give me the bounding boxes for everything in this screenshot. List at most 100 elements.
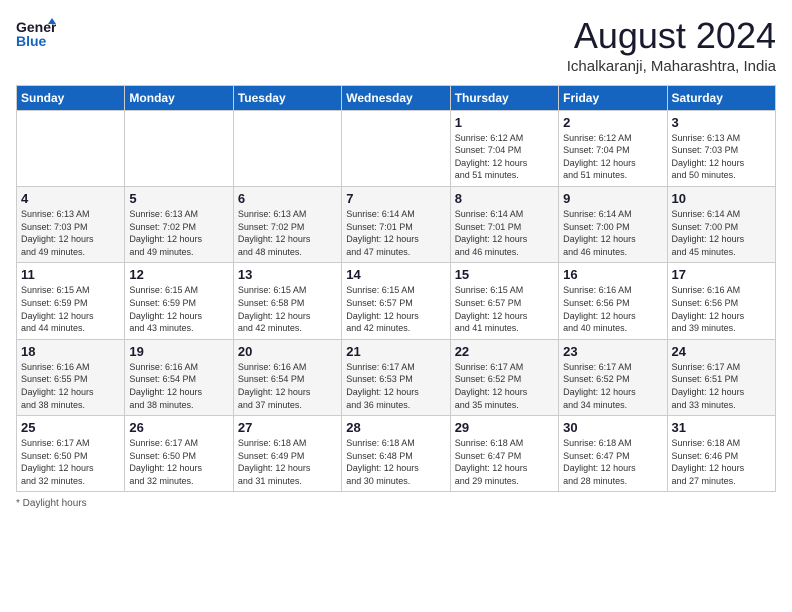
calendar-cell: 31Sunrise: 6:18 AM Sunset: 6:46 PM Dayli… — [667, 416, 775, 492]
day-info: Sunrise: 6:16 AM Sunset: 6:55 PM Dayligh… — [21, 361, 120, 411]
calendar-cell: 21 Sunrise: 6:17 AM Sunset: 6:53 PM Dayli… — [342, 339, 450, 415]
title-area: August 2024 Ichalkaranji, Maharashtra, I… — [567, 16, 776, 75]
page-header: General Blue August 2024 Ichalkaranji, M… — [16, 16, 776, 75]
day-number: 27 — [238, 420, 337, 435]
calendar-cell: 19Sunrise: 6:16 AM Sunset: 6:54 PM Dayli… — [125, 339, 233, 415]
day-info: Sunrise: 6:18 AM Sunset: 6:47 PM Dayligh… — [455, 437, 554, 487]
day-info: Sunrise: 6:13 AM Sunset: 7:02 PM Dayligh… — [129, 208, 228, 258]
day-info: Sunrise: 6:15 AM Sunset: 6:57 PM Dayligh… — [455, 284, 554, 334]
day-info: Sunrise: 6:15 AM Sunset: 6:58 PM Dayligh… — [238, 284, 337, 334]
calendar-cell: 25 Sunrise: 6:17 AM Sunset: 6:50 PM Dayli… — [17, 416, 125, 492]
day-number: 24 — [672, 344, 771, 359]
footer-note: * Daylight hours — [16, 498, 776, 509]
day-info: Sunrise: 6:17 AM Sunset: 6:50 PM Dayligh… — [129, 437, 228, 487]
calendar-cell: 28Sunrise: 6:18 AM Sunset: 6:48 PM Dayli… — [342, 416, 450, 492]
day-info: Sunrise: 6:17 AM Sunset: 6:53 PM Dayligh… — [346, 361, 445, 411]
calendar-cell: 22 Sunrise: 6:17 AM Sunset: 6:52 PM Dayli… — [450, 339, 558, 415]
calendar-cell: 18 Sunrise: 6:16 AM Sunset: 6:55 PM Dayli… — [17, 339, 125, 415]
calendar-cell: 5Sunrise: 6:13 AM Sunset: 7:02 PM Daylig… — [125, 186, 233, 262]
day-info: Sunrise: 6:13 AM Sunset: 7:03 PM Dayligh… — [672, 132, 771, 182]
calendar-cell: 30 Sunrise: 6:18 AM Sunset: 6:47 PM Dayli… — [559, 416, 667, 492]
calendar-cell: 13 Sunrise: 6:15 AM Sunset: 6:58 PM Dayli… — [233, 263, 341, 339]
logo: General Blue — [16, 16, 56, 52]
day-info: Sunrise: 6:15 AM Sunset: 6:59 PM Dayligh… — [21, 284, 120, 334]
day-number: 4 — [21, 191, 120, 206]
calendar-week-0: 1 Sunrise: 6:12 AM Sunset: 7:04 PM Daylig… — [17, 110, 776, 186]
day-info: Sunrise: 6:18 AM Sunset: 6:49 PM Dayligh… — [238, 437, 337, 487]
day-number: 18 — [21, 344, 120, 359]
svg-text:Blue: Blue — [16, 33, 47, 49]
day-number: 13 — [238, 267, 337, 282]
day-info: Sunrise: 6:13 AM Sunset: 7:02 PM Dayligh… — [238, 208, 337, 258]
calendar-cell: 20 Sunrise: 6:16 AM Sunset: 6:54 PM Dayli… — [233, 339, 341, 415]
day-info: Sunrise: 6:14 AM Sunset: 7:00 PM Dayligh… — [563, 208, 662, 258]
day-number: 20 — [238, 344, 337, 359]
calendar-cell: 3 Sunrise: 6:13 AM Sunset: 7:03 PM Daylig… — [667, 110, 775, 186]
day-number: 22 — [455, 344, 554, 359]
calendar-cell — [125, 110, 233, 186]
day-number: 1 — [455, 115, 554, 130]
day-number: 25 — [21, 420, 120, 435]
day-info: Sunrise: 6:16 AM Sunset: 6:54 PM Dayligh… — [238, 361, 337, 411]
day-info: Sunrise: 6:14 AM Sunset: 7:01 PM Dayligh… — [346, 208, 445, 258]
header-saturday: Saturday — [667, 85, 775, 110]
location-subtitle: Ichalkaranji, Maharashtra, India — [567, 58, 776, 75]
day-info: Sunrise: 6:15 AM Sunset: 6:59 PM Dayligh… — [129, 284, 228, 334]
calendar-cell: 15 Sunrise: 6:15 AM Sunset: 6:57 PM Dayli… — [450, 263, 558, 339]
day-info: Sunrise: 6:18 AM Sunset: 6:46 PM Dayligh… — [672, 437, 771, 487]
day-info: Sunrise: 6:18 AM Sunset: 6:47 PM Dayligh… — [563, 437, 662, 487]
day-info: Sunrise: 6:17 AM Sunset: 6:52 PM Dayligh… — [455, 361, 554, 411]
day-info: Sunrise: 6:14 AM Sunset: 7:00 PM Dayligh… — [672, 208, 771, 258]
header-sunday: Sunday — [17, 85, 125, 110]
day-number: 3 — [672, 115, 771, 130]
calendar-cell: 24 Sunrise: 6:17 AM Sunset: 6:51 PM Dayli… — [667, 339, 775, 415]
day-number: 16 — [563, 267, 662, 282]
day-info: Sunrise: 6:12 AM Sunset: 7:04 PM Dayligh… — [563, 132, 662, 182]
day-info: Sunrise: 6:17 AM Sunset: 6:50 PM Dayligh… — [21, 437, 120, 487]
calendar-week-2: 11 Sunrise: 6:15 AM Sunset: 6:59 PM Dayli… — [17, 263, 776, 339]
calendar-cell — [342, 110, 450, 186]
day-info: Sunrise: 6:17 AM Sunset: 6:51 PM Dayligh… — [672, 361, 771, 411]
day-info: Sunrise: 6:13 AM Sunset: 7:03 PM Dayligh… — [21, 208, 120, 258]
calendar-cell: 1 Sunrise: 6:12 AM Sunset: 7:04 PM Daylig… — [450, 110, 558, 186]
day-number: 19 — [129, 344, 228, 359]
day-info: Sunrise: 6:17 AM Sunset: 6:52 PM Dayligh… — [563, 361, 662, 411]
day-number: 26 — [129, 420, 228, 435]
day-number: 29 — [455, 420, 554, 435]
calendar-cell: 23 Sunrise: 6:17 AM Sunset: 6:52 PM Dayli… — [559, 339, 667, 415]
calendar-week-3: 18 Sunrise: 6:16 AM Sunset: 6:55 PM Dayli… — [17, 339, 776, 415]
day-number: 8 — [455, 191, 554, 206]
calendar-cell: 16 Sunrise: 6:16 AM Sunset: 6:56 PM Dayli… — [559, 263, 667, 339]
day-number: 30 — [563, 420, 662, 435]
header-tuesday: Tuesday — [233, 85, 341, 110]
calendar-cell: 6Sunrise: 6:13 AM Sunset: 7:02 PM Daylig… — [233, 186, 341, 262]
header-wednesday: Wednesday — [342, 85, 450, 110]
day-number: 11 — [21, 267, 120, 282]
day-info: Sunrise: 6:15 AM Sunset: 6:57 PM Dayligh… — [346, 284, 445, 334]
day-number: 2 — [563, 115, 662, 130]
calendar-cell: 11 Sunrise: 6:15 AM Sunset: 6:59 PM Dayli… — [17, 263, 125, 339]
day-number: 15 — [455, 267, 554, 282]
calendar-cell: 9Sunrise: 6:14 AM Sunset: 7:00 PM Daylig… — [559, 186, 667, 262]
day-number: 28 — [346, 420, 445, 435]
header-thursday: Thursday — [450, 85, 558, 110]
calendar-cell: 27 Sunrise: 6:18 AM Sunset: 6:49 PM Dayli… — [233, 416, 341, 492]
calendar-cell: 14Sunrise: 6:15 AM Sunset: 6:57 PM Dayli… — [342, 263, 450, 339]
calendar-header-row: SundayMondayTuesdayWednesdayThursdayFrid… — [17, 85, 776, 110]
calendar-cell: 2 Sunrise: 6:12 AM Sunset: 7:04 PM Daylig… — [559, 110, 667, 186]
header-monday: Monday — [125, 85, 233, 110]
calendar-cell: 12Sunrise: 6:15 AM Sunset: 6:59 PM Dayli… — [125, 263, 233, 339]
calendar-cell — [17, 110, 125, 186]
day-number: 21 — [346, 344, 445, 359]
calendar-cell: 29 Sunrise: 6:18 AM Sunset: 6:47 PM Dayli… — [450, 416, 558, 492]
calendar-cell — [233, 110, 341, 186]
day-number: 23 — [563, 344, 662, 359]
day-number: 17 — [672, 267, 771, 282]
calendar-cell: 17Sunrise: 6:16 AM Sunset: 6:56 PM Dayli… — [667, 263, 775, 339]
calendar-cell: 7Sunrise: 6:14 AM Sunset: 7:01 PM Daylig… — [342, 186, 450, 262]
day-info: Sunrise: 6:14 AM Sunset: 7:01 PM Dayligh… — [455, 208, 554, 258]
header-friday: Friday — [559, 85, 667, 110]
day-info: Sunrise: 6:16 AM Sunset: 6:56 PM Dayligh… — [563, 284, 662, 334]
calendar-cell: 4 Sunrise: 6:13 AM Sunset: 7:03 PM Daylig… — [17, 186, 125, 262]
day-info: Sunrise: 6:12 AM Sunset: 7:04 PM Dayligh… — [455, 132, 554, 182]
